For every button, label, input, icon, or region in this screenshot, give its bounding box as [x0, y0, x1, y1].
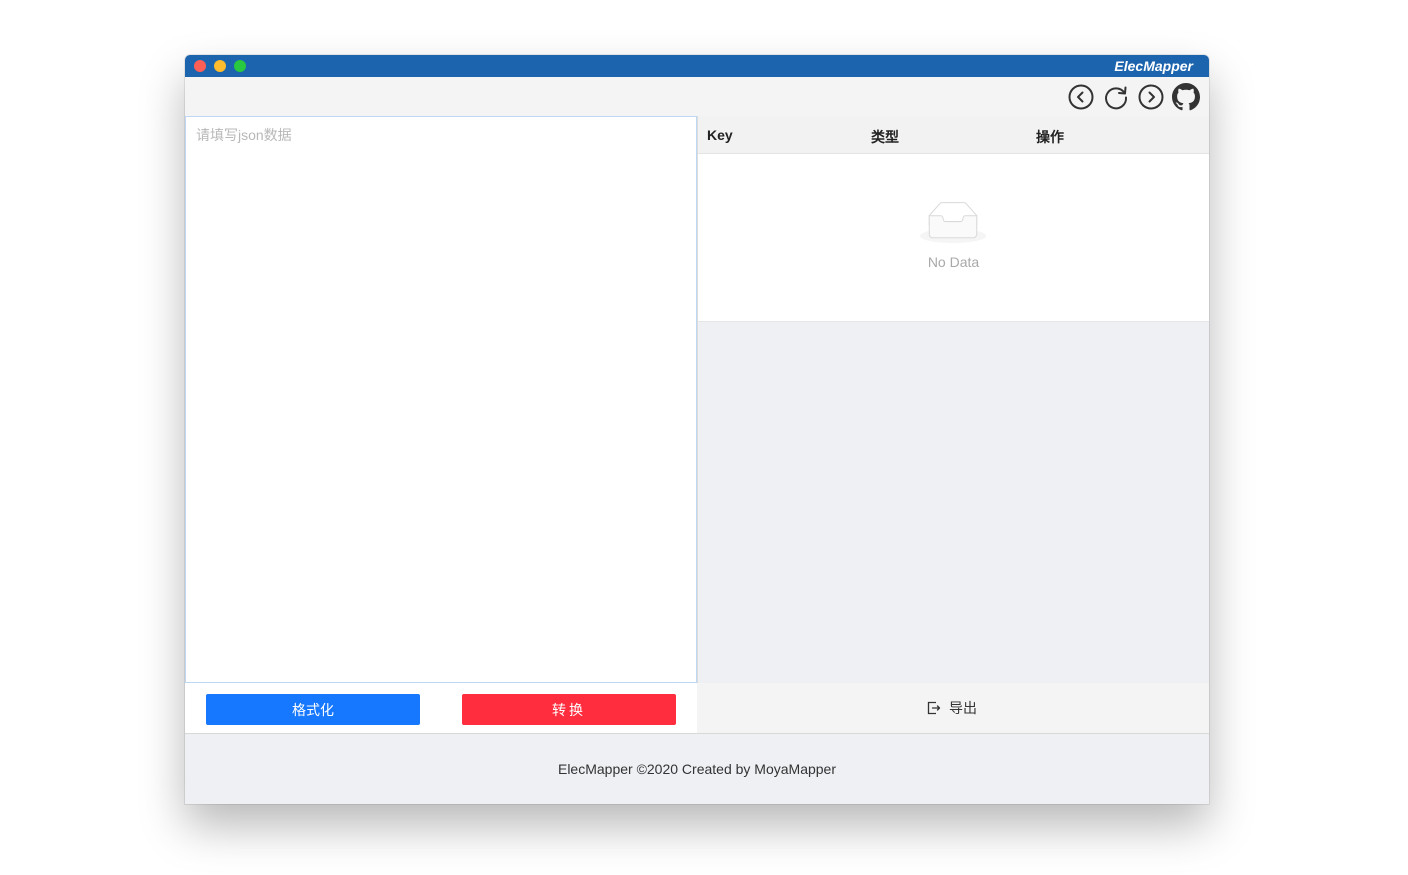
json-editor-pane [185, 116, 697, 683]
empty-inbox-icon [920, 202, 986, 244]
footer-text: ElecMapper ©2020 Created by MoyaMapper [557, 761, 837, 777]
table-actions: 导出 [697, 683, 1209, 733]
column-header-key: Key [707, 127, 733, 143]
footer: ElecMapper ©2020 Created by MoyaMapper [185, 733, 1209, 804]
toolbar [185, 77, 1209, 117]
editor-actions: 格式化 转换 [185, 683, 697, 733]
format-button[interactable]: 格式化 [206, 694, 420, 725]
table-body: No Data [698, 154, 1209, 322]
close-window-button[interactable] [194, 60, 206, 72]
app-window: ElecMapper Key 类型 操作 [185, 55, 1209, 804]
title-bar: ElecMapper [185, 55, 1209, 77]
empty-state-text: No Data [927, 254, 980, 270]
export-label: 导出 [949, 700, 977, 716]
export-icon [927, 701, 941, 715]
json-input[interactable] [186, 117, 696, 682]
maximize-window-button[interactable] [234, 60, 246, 72]
app-title: ElecMapper [1114, 58, 1193, 74]
result-table-pane: Key 类型 操作 No Data [697, 116, 1209, 683]
arrow-left-circle-icon[interactable] [1067, 83, 1095, 111]
refresh-icon[interactable] [1102, 83, 1130, 111]
github-icon[interactable] [1172, 83, 1200, 111]
minimize-window-button[interactable] [214, 60, 226, 72]
arrow-right-circle-icon[interactable] [1137, 83, 1165, 111]
export-button[interactable]: 导出 [927, 698, 977, 718]
table-header: Key 类型 操作 [698, 116, 1209, 154]
convert-button[interactable]: 转换 [462, 694, 676, 725]
column-header-type: 类型 [871, 129, 899, 145]
column-header-action: 操作 [1036, 129, 1064, 145]
